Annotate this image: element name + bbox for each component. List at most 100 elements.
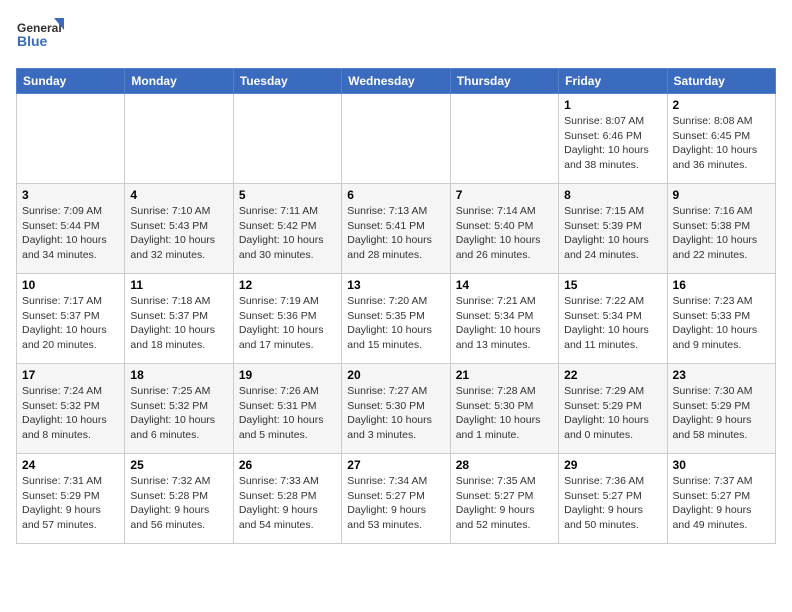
day-number: 10 — [22, 278, 119, 292]
day-info: Sunrise: 7:15 AM Sunset: 5:39 PM Dayligh… — [564, 204, 661, 263]
day-info: Sunrise: 7:11 AM Sunset: 5:42 PM Dayligh… — [239, 204, 336, 263]
day-number: 13 — [347, 278, 444, 292]
day-number: 24 — [22, 458, 119, 472]
day-number: 25 — [130, 458, 227, 472]
day-number: 21 — [456, 368, 553, 382]
calendar-cell: 26 Sunrise: 7:33 AM Sunset: 5:28 PM Dayli… — [233, 454, 341, 544]
calendar-cell: 10 Sunrise: 7:17 AM Sunset: 5:37 PM Dayli… — [17, 274, 125, 364]
calendar-cell: 8Sunrise: 7:15 AM Sunset: 5:39 PM Daylig… — [559, 184, 667, 274]
day-info: Sunrise: 7:31 AM Sunset: 5:29 PM Dayligh… — [22, 474, 119, 533]
day-number: 15 — [564, 278, 661, 292]
weekday-header-sunday: Sunday — [17, 69, 125, 94]
day-number: 14 — [456, 278, 553, 292]
day-info: Sunrise: 7:23 AM Sunset: 5:33 PM Dayligh… — [673, 294, 770, 353]
day-number: 2 — [673, 98, 770, 112]
weekday-header-tuesday: Tuesday — [233, 69, 341, 94]
day-number: 20 — [347, 368, 444, 382]
day-info: Sunrise: 7:27 AM Sunset: 5:30 PM Dayligh… — [347, 384, 444, 443]
day-number: 11 — [130, 278, 227, 292]
day-number: 26 — [239, 458, 336, 472]
calendar-cell: 15 Sunrise: 7:22 AM Sunset: 5:34 PM Dayli… — [559, 274, 667, 364]
week-row-3: 10 Sunrise: 7:17 AM Sunset: 5:37 PM Dayli… — [17, 274, 776, 364]
day-info: Sunrise: 7:36 AM Sunset: 5:27 PM Dayligh… — [564, 474, 661, 533]
header: General Blue — [16, 16, 776, 58]
calendar-cell — [450, 94, 558, 184]
day-info: Sunrise: 7:26 AM Sunset: 5:31 PM Dayligh… — [239, 384, 336, 443]
logo: General Blue — [16, 16, 66, 58]
calendar-cell: 11 Sunrise: 7:18 AM Sunset: 5:37 PM Dayli… — [125, 274, 233, 364]
day-info: Sunrise: 7:29 AM Sunset: 5:29 PM Dayligh… — [564, 384, 661, 443]
day-number: 30 — [673, 458, 770, 472]
calendar-cell: 22Sunrise: 7:29 AM Sunset: 5:29 PM Dayli… — [559, 364, 667, 454]
calendar-cell — [342, 94, 450, 184]
week-row-2: 3 Sunrise: 7:09 AM Sunset: 5:44 PM Daylig… — [17, 184, 776, 274]
calendar-cell: 14 Sunrise: 7:21 AM Sunset: 5:34 PM Dayli… — [450, 274, 558, 364]
calendar-cell — [233, 94, 341, 184]
calendar-cell: 6Sunrise: 7:13 AM Sunset: 5:41 PM Daylig… — [342, 184, 450, 274]
calendar-cell: 20 Sunrise: 7:27 AM Sunset: 5:30 PM Dayli… — [342, 364, 450, 454]
calendar-cell: 9 Sunrise: 7:16 AM Sunset: 5:38 PM Daylig… — [667, 184, 775, 274]
day-info: Sunrise: 7:25 AM Sunset: 5:32 PM Dayligh… — [130, 384, 227, 443]
weekday-header-friday: Friday — [559, 69, 667, 94]
calendar-cell: 27Sunrise: 7:34 AM Sunset: 5:27 PM Dayli… — [342, 454, 450, 544]
calendar-cell: 29 Sunrise: 7:36 AM Sunset: 5:27 PM Dayli… — [559, 454, 667, 544]
day-number: 12 — [239, 278, 336, 292]
calendar-cell: 5 Sunrise: 7:11 AM Sunset: 5:42 PM Daylig… — [233, 184, 341, 274]
day-number: 3 — [22, 188, 119, 202]
day-number: 28 — [456, 458, 553, 472]
calendar-cell: 30 Sunrise: 7:37 AM Sunset: 5:27 PM Dayli… — [667, 454, 775, 544]
day-info: Sunrise: 7:28 AM Sunset: 5:30 PM Dayligh… — [456, 384, 553, 443]
calendar-cell: 25Sunrise: 7:32 AM Sunset: 5:28 PM Dayli… — [125, 454, 233, 544]
logo-svg: General Blue — [16, 16, 66, 58]
day-number: 19 — [239, 368, 336, 382]
day-info: Sunrise: 7:22 AM Sunset: 5:34 PM Dayligh… — [564, 294, 661, 353]
day-info: Sunrise: 7:35 AM Sunset: 5:27 PM Dayligh… — [456, 474, 553, 533]
week-row-4: 17 Sunrise: 7:24 AM Sunset: 5:32 PM Dayli… — [17, 364, 776, 454]
day-number: 4 — [130, 188, 227, 202]
calendar-cell: 24 Sunrise: 7:31 AM Sunset: 5:29 PM Dayli… — [17, 454, 125, 544]
day-number: 18 — [130, 368, 227, 382]
calendar-cell: 17 Sunrise: 7:24 AM Sunset: 5:32 PM Dayli… — [17, 364, 125, 454]
calendar-cell: 3 Sunrise: 7:09 AM Sunset: 5:44 PM Daylig… — [17, 184, 125, 274]
day-number: 29 — [564, 458, 661, 472]
day-info: Sunrise: 8:08 AM Sunset: 6:45 PM Dayligh… — [673, 114, 770, 173]
day-number: 23 — [673, 368, 770, 382]
day-info: Sunrise: 7:37 AM Sunset: 5:27 PM Dayligh… — [673, 474, 770, 533]
calendar-cell — [17, 94, 125, 184]
day-info: Sunrise: 7:33 AM Sunset: 5:28 PM Dayligh… — [239, 474, 336, 533]
calendar-cell — [125, 94, 233, 184]
weekday-header-thursday: Thursday — [450, 69, 558, 94]
day-info: Sunrise: 7:34 AM Sunset: 5:27 PM Dayligh… — [347, 474, 444, 533]
day-info: Sunrise: 7:09 AM Sunset: 5:44 PM Dayligh… — [22, 204, 119, 263]
week-row-1: 1 Sunrise: 8:07 AM Sunset: 6:46 PM Daylig… — [17, 94, 776, 184]
day-number: 5 — [239, 188, 336, 202]
day-number: 7 — [456, 188, 553, 202]
day-info: Sunrise: 8:07 AM Sunset: 6:46 PM Dayligh… — [564, 114, 661, 173]
week-row-5: 24 Sunrise: 7:31 AM Sunset: 5:29 PM Dayli… — [17, 454, 776, 544]
day-number: 16 — [673, 278, 770, 292]
weekday-header-row: SundayMondayTuesdayWednesdayThursdayFrid… — [17, 69, 776, 94]
weekday-header-monday: Monday — [125, 69, 233, 94]
day-info: Sunrise: 7:14 AM Sunset: 5:40 PM Dayligh… — [456, 204, 553, 263]
day-number: 6 — [347, 188, 444, 202]
calendar-cell: 28 Sunrise: 7:35 AM Sunset: 5:27 PM Dayli… — [450, 454, 558, 544]
calendar-cell: 23 Sunrise: 7:30 AM Sunset: 5:29 PM Dayli… — [667, 364, 775, 454]
day-number: 9 — [673, 188, 770, 202]
day-info: Sunrise: 7:21 AM Sunset: 5:34 PM Dayligh… — [456, 294, 553, 353]
day-number: 17 — [22, 368, 119, 382]
calendar-cell: 21 Sunrise: 7:28 AM Sunset: 5:30 PM Dayli… — [450, 364, 558, 454]
day-info: Sunrise: 7:30 AM Sunset: 5:29 PM Dayligh… — [673, 384, 770, 443]
calendar-cell: 2 Sunrise: 8:08 AM Sunset: 6:45 PM Daylig… — [667, 94, 775, 184]
day-info: Sunrise: 7:16 AM Sunset: 5:38 PM Dayligh… — [673, 204, 770, 263]
day-info: Sunrise: 7:17 AM Sunset: 5:37 PM Dayligh… — [22, 294, 119, 353]
day-info: Sunrise: 7:19 AM Sunset: 5:36 PM Dayligh… — [239, 294, 336, 353]
svg-text:Blue: Blue — [17, 33, 48, 49]
day-info: Sunrise: 7:24 AM Sunset: 5:32 PM Dayligh… — [22, 384, 119, 443]
calendar-table: SundayMondayTuesdayWednesdayThursdayFrid… — [16, 68, 776, 544]
day-info: Sunrise: 7:18 AM Sunset: 5:37 PM Dayligh… — [130, 294, 227, 353]
weekday-header-saturday: Saturday — [667, 69, 775, 94]
calendar-cell: 16 Sunrise: 7:23 AM Sunset: 5:33 PM Dayli… — [667, 274, 775, 364]
calendar-cell: 13 Sunrise: 7:20 AM Sunset: 5:35 PM Dayli… — [342, 274, 450, 364]
day-number: 1 — [564, 98, 661, 112]
day-info: Sunrise: 7:20 AM Sunset: 5:35 PM Dayligh… — [347, 294, 444, 353]
